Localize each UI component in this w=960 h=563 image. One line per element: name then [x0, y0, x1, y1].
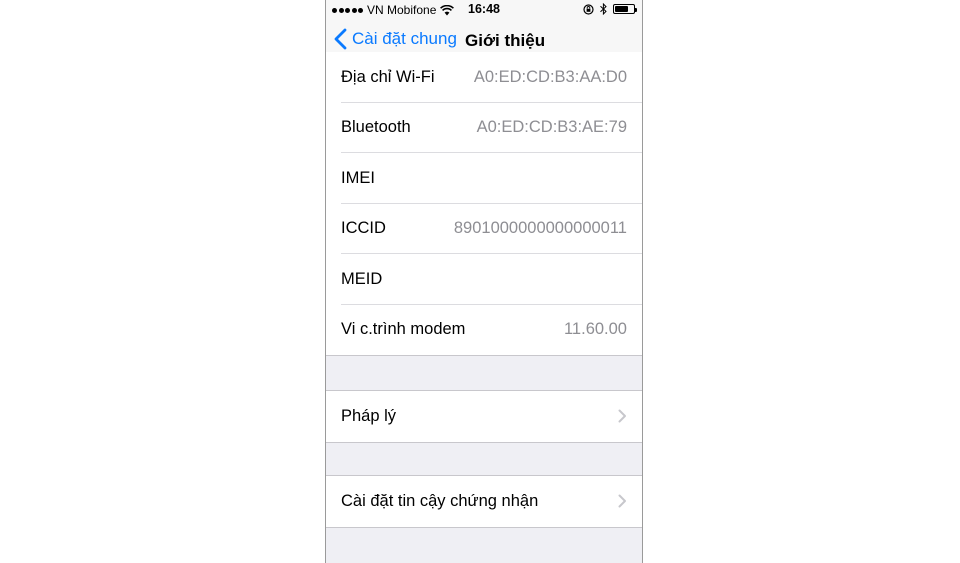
row-label: Cài đặt tin cậy chứng nhận	[341, 491, 539, 510]
info-group: Địa chỉ Wi-Fi A0:ED:CD:B3:AA:D0 Bluetoot…	[326, 52, 642, 356]
row-value: A0:ED:CD:B3:AE:79	[476, 118, 627, 137]
row-value: 8901000000000000011	[453, 219, 627, 238]
row-value: A0:ED:CD:B3:AA:D0	[473, 67, 627, 86]
chevron-right-icon	[618, 494, 626, 508]
info-row-modem-firmware: Vi c.trình modem 11.60.00	[326, 305, 642, 356]
back-button[interactable]: Cài đặt chung	[334, 28, 457, 50]
chevron-right-icon	[618, 409, 626, 423]
row-label: ICCID	[341, 219, 386, 238]
orientation-lock-icon	[583, 3, 594, 15]
info-row-wifi-address: Địa chỉ Wi-Fi A0:ED:CD:B3:AA:D0	[326, 52, 642, 103]
legal-group: Pháp lý	[326, 390, 642, 443]
info-row-bluetooth: Bluetooth A0:ED:CD:B3:AE:79	[326, 103, 642, 153]
battery-level	[615, 6, 628, 12]
status-right	[583, 3, 637, 15]
back-chevron-icon	[334, 28, 347, 50]
row-label: Pháp lý	[341, 406, 397, 425]
back-button-label: Cài đặt chung	[352, 29, 457, 48]
status-bar: VN Mobifone 16:48	[326, 0, 642, 20]
row-label: Vi c.trình modem	[341, 320, 466, 339]
trust-group: Cài đặt tin cậy chứng nhận	[326, 475, 642, 528]
info-row-iccid: ICCID 8901000000000000011	[326, 204, 642, 254]
row-value: 11.60.00	[563, 320, 627, 339]
battery-icon	[613, 4, 637, 14]
info-row-imei: IMEI	[326, 153, 642, 204]
row-label: IMEI	[341, 168, 375, 187]
page-title: Giới thiệu	[465, 31, 546, 50]
phone-screen: VN Mobifone 16:48 Cài đặt chung Giới thi…	[325, 0, 643, 563]
legal-row[interactable]: Pháp lý	[326, 391, 642, 442]
certificate-trust-settings-row[interactable]: Cài đặt tin cậy chứng nhận	[326, 476, 642, 527]
row-label: MEID	[341, 269, 383, 288]
row-label: Bluetooth	[341, 118, 411, 137]
status-time: 16:48	[468, 2, 500, 16]
bluetooth-icon	[600, 3, 607, 15]
info-row-meid: MEID	[326, 254, 642, 305]
row-label: Địa chỉ Wi-Fi	[341, 67, 435, 86]
